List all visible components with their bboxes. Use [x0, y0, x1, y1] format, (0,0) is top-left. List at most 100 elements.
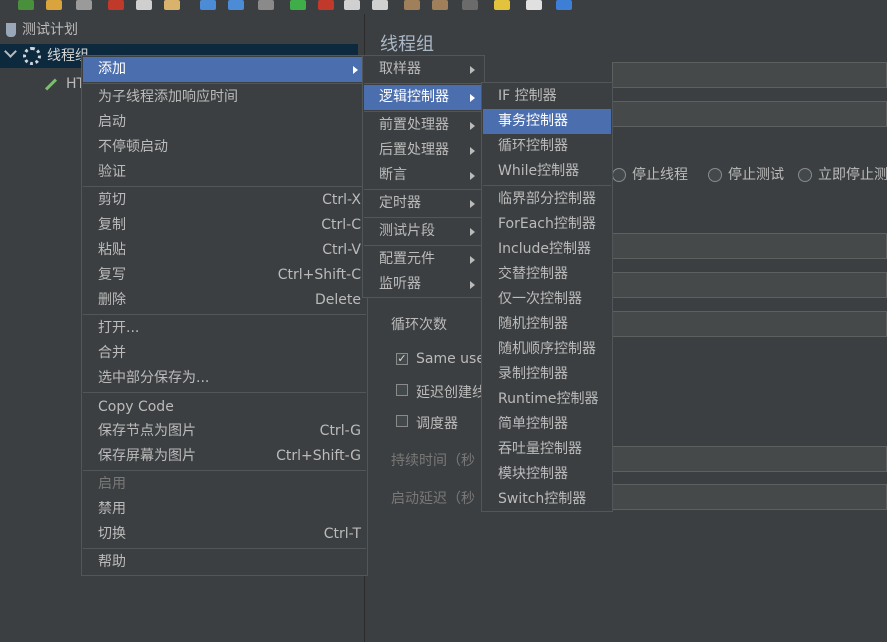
submenu-item-test-fragment[interactable]: 测试片段: [364, 219, 483, 244]
folder-icon[interactable]: [46, 0, 62, 10]
radio-stop-test[interactable]: 停止测试: [708, 167, 784, 183]
page-title: 线程组: [380, 34, 434, 55]
menu-item-duplicate[interactable]: 复写 Ctrl+Shift-C: [83, 263, 366, 288]
clear-all-icon[interactable]: [432, 0, 448, 10]
logic-item-throughput-controller[interactable]: 吞吐量控制器: [483, 437, 611, 462]
logic-item-if-controller[interactable]: IF 控制器: [483, 84, 611, 109]
menu-item-copy[interactable]: 复制 Ctrl-C: [83, 213, 366, 238]
gear-icon: [23, 47, 41, 65]
chevron-right-icon: [470, 122, 475, 130]
chevron-right-icon: [470, 281, 475, 289]
logic-item-random-controller[interactable]: 随机控制器: [483, 312, 611, 337]
open-icon[interactable]: [18, 0, 34, 10]
menu-item-start-no-pauses[interactable]: 不停顿启动: [83, 135, 366, 160]
menu-item-open[interactable]: 打开...: [83, 316, 366, 341]
logic-item-module-controller[interactable]: 模块控制器: [483, 462, 611, 487]
menu-item-delete[interactable]: 删除 Delete: [83, 288, 366, 313]
save-icon[interactable]: [76, 0, 92, 10]
shutdown-icon[interactable]: [372, 0, 388, 10]
expand-icon[interactable]: [200, 0, 216, 10]
stop-icon[interactable]: [344, 0, 360, 10]
logic-item-interleave-controller[interactable]: 交替控制器: [483, 262, 611, 287]
logic-item-foreach-controller[interactable]: ForEach控制器: [483, 212, 611, 237]
clear-icon[interactable]: [404, 0, 420, 10]
paste-icon[interactable]: [164, 0, 180, 10]
logic-item-recording-controller[interactable]: 录制控制器: [483, 362, 611, 387]
logic-item-critical-section-controller[interactable]: 临界部分控制器: [483, 187, 611, 212]
logic-item-transaction-controller[interactable]: 事务控制器: [483, 109, 611, 134]
radio-stop-test-now[interactable]: 立即停止测: [798, 167, 887, 183]
chevron-right-icon: [470, 172, 475, 180]
duration-field[interactable]: [612, 446, 887, 472]
radio-icon: [708, 168, 722, 182]
loop-count-label: 循环次数: [391, 317, 447, 333]
threads-field[interactable]: [612, 233, 887, 259]
menu-separator: [364, 189, 483, 190]
submenu-item-timer[interactable]: 定时器: [364, 191, 483, 216]
submenu-item-pre-processor[interactable]: 前置处理器: [364, 113, 483, 138]
submenu-item-listener[interactable]: 监听器: [364, 272, 483, 297]
submenu-item-post-processor[interactable]: 后置处理器: [364, 138, 483, 163]
radio-icon: [612, 168, 626, 182]
function-helper-icon[interactable]: [526, 0, 542, 10]
logic-item-runtime-controller[interactable]: Runtime控制器: [483, 387, 611, 412]
tree-item-http-sampler[interactable]: HT: [44, 72, 85, 96]
copy-icon[interactable]: [136, 0, 152, 10]
menu-separator: [364, 217, 483, 218]
tree-label-test-plan: 测试计划: [22, 22, 78, 38]
menu-item-save-selection-as[interactable]: 选中部分保存为...: [83, 366, 366, 391]
same-user-checkbox[interactable]: ✓: [396, 353, 408, 365]
reset-search-icon[interactable]: [494, 0, 510, 10]
startup-delay-label: 启动延迟（秒: [391, 491, 475, 507]
radio-icon: [798, 168, 812, 182]
toggle-icon[interactable]: [258, 0, 274, 10]
logic-item-switch-controller[interactable]: Switch控制器: [483, 487, 611, 512]
startup-delay-field[interactable]: [612, 484, 887, 510]
menu-item-toggle[interactable]: 切换 Ctrl-T: [83, 522, 366, 547]
menu-item-disable[interactable]: 禁用: [83, 497, 366, 522]
name-field[interactable]: [612, 62, 887, 88]
menu-separator: [83, 186, 366, 187]
scheduler-label: 调度器: [416, 416, 458, 432]
menu-item-cut[interactable]: 剪切 Ctrl-X: [83, 188, 366, 213]
menu-item-start[interactable]: 启动: [83, 110, 366, 135]
menu-item-help[interactable]: 帮助: [83, 550, 366, 575]
menu-separator: [364, 83, 483, 84]
menu-item-validate[interactable]: 验证: [83, 160, 366, 185]
submenu-item-config-element[interactable]: 配置元件: [364, 247, 483, 272]
menu-item-paste[interactable]: 粘贴 Ctrl-V: [83, 238, 366, 263]
menu-item-add-response-time[interactable]: 为子线程添加响应时间: [83, 85, 366, 110]
menu-item-merge[interactable]: 合并: [83, 341, 366, 366]
start-icon[interactable]: [290, 0, 306, 10]
logic-item-simple-controller[interactable]: 简单控制器: [483, 412, 611, 437]
menu-item-save-node-as-image[interactable]: 保存节点为图片 Ctrl-G: [83, 419, 366, 444]
chevron-right-icon: [470, 256, 475, 264]
cut-icon[interactable]: [108, 0, 124, 10]
delay-thread-checkbox[interactable]: [396, 384, 408, 396]
menu-item-copy-code[interactable]: Copy Code: [83, 395, 366, 420]
ramp-up-field[interactable]: [612, 272, 887, 298]
menu-separator: [364, 111, 483, 112]
logic-item-once-only-controller[interactable]: 仅一次控制器: [483, 287, 611, 312]
logic-item-loop-controller[interactable]: 循环控制器: [483, 134, 611, 159]
logic-item-include-controller[interactable]: Include控制器: [483, 237, 611, 262]
flask-icon: [6, 23, 16, 37]
search-icon[interactable]: [462, 0, 478, 10]
comments-field[interactable]: [612, 101, 887, 127]
loop-count-field[interactable]: [612, 311, 887, 337]
help-icon[interactable]: [556, 0, 572, 10]
logic-item-while-controller[interactable]: While控制器: [483, 159, 611, 184]
scheduler-checkbox[interactable]: [396, 415, 408, 427]
collapse-icon[interactable]: [228, 0, 244, 10]
start-no-pause-icon[interactable]: [318, 0, 334, 10]
tree-item-test-plan[interactable]: 测试计划: [6, 18, 356, 42]
chevron-down-icon[interactable]: [4, 45, 17, 58]
menu-item-enable: 启用: [98, 476, 126, 492]
submenu-item-logic-controller[interactable]: 逻辑控制器: [364, 85, 483, 110]
menu-item-save-screen-as-image[interactable]: 保存屏幕为图片 Ctrl+Shift-G: [83, 444, 366, 469]
submenu-item-assertion[interactable]: 断言: [364, 163, 483, 188]
logic-item-random-order-controller[interactable]: 随机顺序控制器: [483, 337, 611, 362]
menu-item-add[interactable]: 添加: [83, 57, 366, 82]
submenu-item-sampler[interactable]: 取样器: [364, 57, 483, 82]
radio-stop-thread[interactable]: 停止线程: [612, 167, 688, 183]
